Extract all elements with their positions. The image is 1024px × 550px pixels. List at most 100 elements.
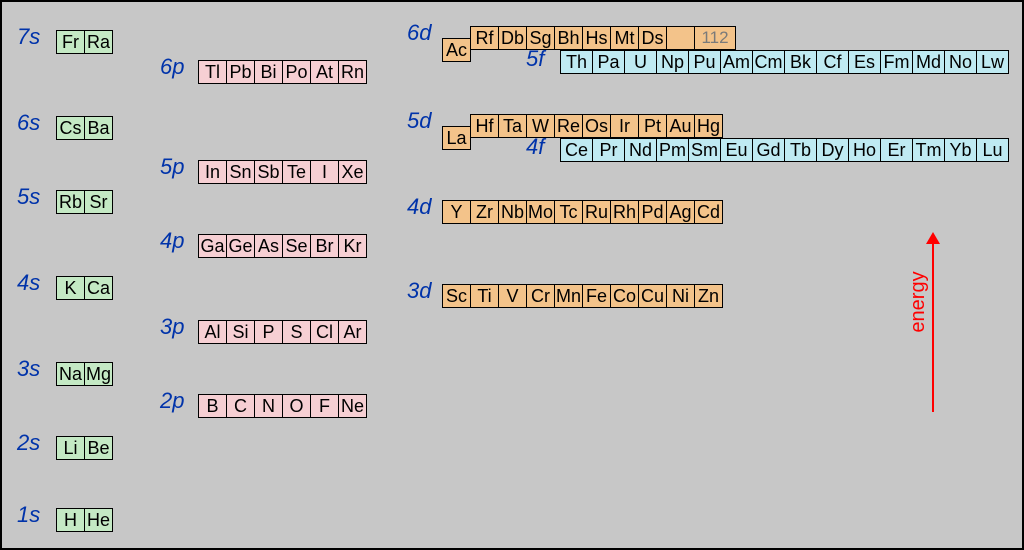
2s-row: LiBe [56,436,113,460]
5f-row: ThPaUNpPuAmCmBkCfEsFmMdNoLw [560,50,1009,74]
element-u: U [624,50,657,74]
6p-row: TlPbBiPoAtRn [198,60,367,84]
4p-row: GaGeAsSeBrKr [198,234,367,258]
element-al: Al [198,320,227,344]
energy-arrow [932,242,934,412]
element-tm: Tm [912,138,945,162]
label-5d: 5d [407,108,431,134]
element-po: Po [282,60,311,84]
element-tb: Tb [784,138,817,162]
element-ar: Ar [338,320,367,344]
element-cm: Cm [752,50,785,74]
element-ti: Ti [470,284,499,308]
element-o: O [282,394,311,418]
label-1s: 1s [17,502,40,528]
element-se: Se [282,234,311,258]
label-3s: 3s [17,356,40,382]
element-gd: Gd [752,138,785,162]
element-md: Md [912,50,945,74]
element-co: Co [610,284,639,308]
element-cu: Cu [638,284,667,308]
element-ir: Ir [610,114,639,138]
element-ta: Ta [498,114,527,138]
element-te: Te [282,160,311,184]
3d-row: ScTiVCrMnFeCoCuNiZn [442,284,723,308]
element-hf: Hf [470,114,499,138]
element-yb: Yb [944,138,977,162]
element-pt: Pt [638,114,667,138]
5d-lead-row: La [442,126,471,150]
element-zr: Zr [470,200,499,224]
label-3d: 3d [407,278,431,304]
element-os: Os [582,114,611,138]
element-si: Si [226,320,255,344]
element-li: Li [56,436,85,460]
1s-row: HHe [56,508,113,532]
element-pd: Pd [638,200,667,224]
element-hs: Hs [582,26,611,50]
label-2s: 2s [17,430,40,456]
element-n: N [254,394,283,418]
element-es: Es [848,50,881,74]
label-4p: 4p [160,228,184,254]
element-cr: Cr [526,284,555,308]
element-ba: Ba [84,116,113,140]
5s-row: RbSr [56,190,113,214]
element-v: V [498,284,527,308]
element-dy: Dy [816,138,849,162]
element-cl: Cl [310,320,339,344]
element-nd: Nd [624,138,657,162]
element-y: Y [442,200,471,224]
element-ag: Ag [666,200,695,224]
element-mn: Mn [554,284,583,308]
element-tc: Tc [554,200,583,224]
element-pb: Pb [226,60,255,84]
element-cd: Cd [694,200,723,224]
6d-lead-row: Ac [442,38,471,62]
element-blank [666,26,695,50]
element-mo: Mo [526,200,555,224]
element-pr: Pr [592,138,625,162]
element-bk: Bk [784,50,817,74]
element-sb: Sb [254,160,283,184]
element-112: 112 [694,26,736,50]
element-at: At [310,60,339,84]
element-fr: Fr [56,30,85,54]
element-fm: Fm [880,50,913,74]
element-mg: Mg [84,362,113,386]
element-hg: Hg [694,114,723,138]
element-br: Br [310,234,339,258]
element-db: Db [498,26,527,50]
element-b: B [198,394,227,418]
element-au: Au [666,114,695,138]
label-5p: 5p [160,154,184,180]
element-xe: Xe [338,160,367,184]
7s-row: FrRa [56,30,113,54]
element-ru: Ru [582,200,611,224]
element-ge: Ge [226,234,255,258]
label-5s: 5s [17,184,40,210]
element-p: P [254,320,283,344]
element-i: I [310,160,339,184]
element-ra: Ra [84,30,113,54]
element-kr: Kr [338,234,367,258]
element-pm: Pm [656,138,689,162]
element-bh: Bh [554,26,583,50]
element-sn: Sn [226,160,255,184]
5p-row: InSnSbTeIXe [198,160,367,184]
label-6s: 6s [17,110,40,136]
element-pu: Pu [688,50,721,74]
label-7s: 7s [17,24,40,50]
element-lw: Lw [976,50,1009,74]
label-4f: 4f [526,134,544,160]
element-sm: Sm [688,138,721,162]
element-er: Er [880,138,913,162]
element-ce: Ce [560,138,593,162]
3s-row: NaMg [56,362,113,386]
element-cf: Cf [816,50,849,74]
element-ca: Ca [84,276,113,300]
label-5f: 5f [526,46,544,72]
element-ac: Ac [442,38,471,62]
element-as: As [254,234,283,258]
element-nb: Nb [498,200,527,224]
